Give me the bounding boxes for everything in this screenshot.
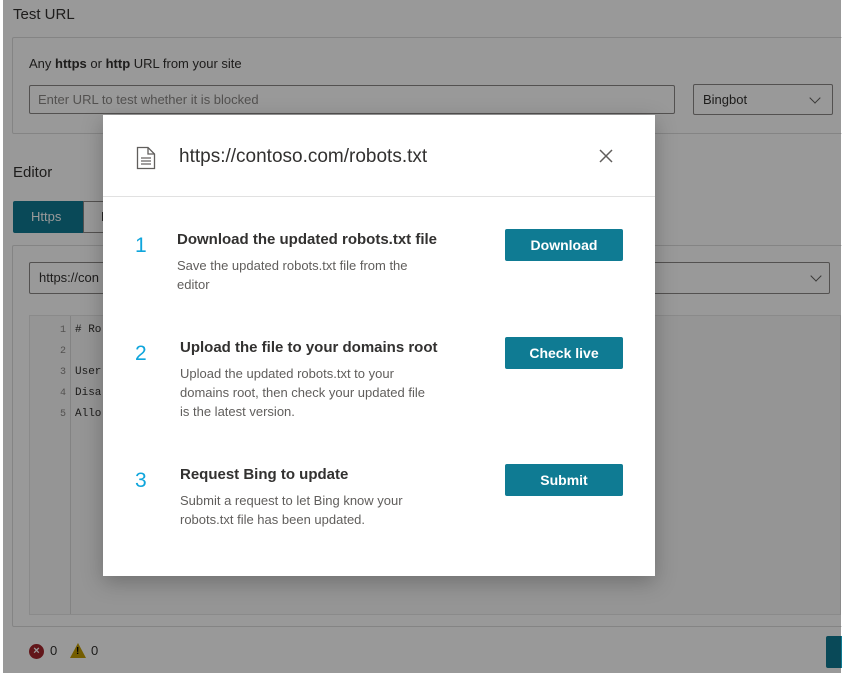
step-description: Upload the updated robots.txt to your do… <box>180 364 425 421</box>
step-title: Upload the file to your domains root <box>180 339 438 356</box>
dialog-header: https://contoso.com/robots.txt <box>103 115 655 197</box>
check-live-button[interactable]: Check live <box>505 337 623 369</box>
step-title: Download the updated robots.txt file <box>177 231 437 248</box>
robots-txt-dialog: https://contoso.com/robots.txt 1 Downloa… <box>103 115 655 576</box>
description-line: Submit a request to let Bing know your <box>180 493 403 508</box>
page: Test URL Any https or http URL from your… <box>0 0 842 677</box>
step-description: Save the updated robots.txt file from th… <box>177 256 408 294</box>
document-icon <box>136 146 156 170</box>
description-line: domains root, then check your updated fi… <box>180 385 425 400</box>
step-title: Request Bing to update <box>180 466 349 483</box>
step-number: 2 <box>135 342 147 365</box>
close-icon[interactable] <box>595 145 617 167</box>
step-description: Submit a request to let Bing know your r… <box>180 491 403 529</box>
step-number: 3 <box>135 469 147 492</box>
download-button[interactable]: Download <box>505 229 623 261</box>
description-line: editor <box>177 277 210 292</box>
description-line: is the latest version. <box>180 404 295 419</box>
step-number: 1 <box>135 234 147 257</box>
dialog-title: https://contoso.com/robots.txt <box>179 146 428 167</box>
submit-button[interactable]: Submit <box>505 464 623 496</box>
description-line: robots.txt file has been updated. <box>180 512 366 527</box>
description-line: Save the updated robots.txt file from th… <box>177 258 408 273</box>
description-line: Upload the updated robots.txt to your <box>180 366 394 381</box>
